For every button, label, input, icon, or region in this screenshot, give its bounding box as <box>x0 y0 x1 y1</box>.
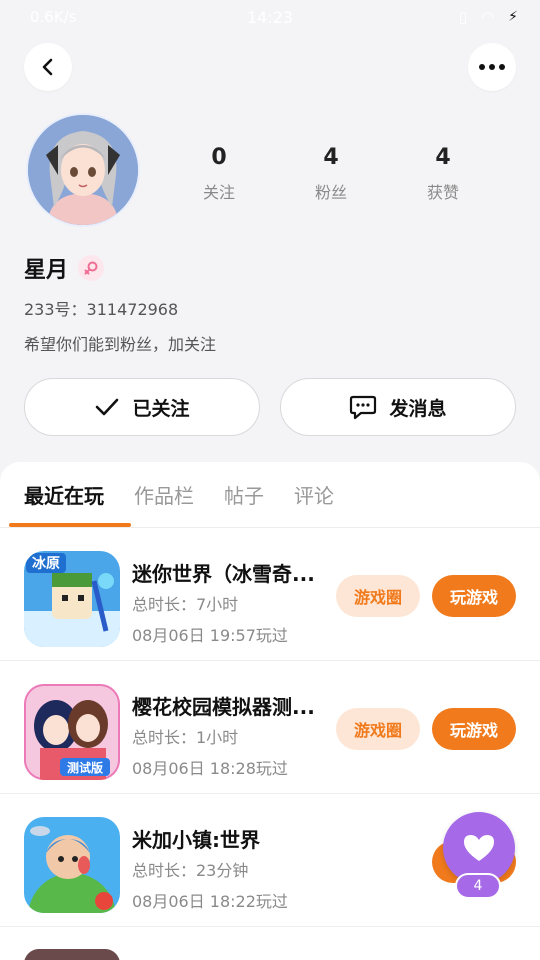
tab-works[interactable]: 作品栏 <box>134 480 194 509</box>
game-list-item[interactable]: 冰原 迷你世界（冰雪奇... 总时长：7小时 08月06日 19:57玩过 游戏… <box>0 528 540 661</box>
stat-label: 关注 <box>202 183 235 202</box>
play-game-button[interactable]: 玩游戏 <box>432 708 516 750</box>
status-bar: 0.6K/s 14:23 ▯ ◠ ⚡ <box>0 0 540 34</box>
name-row: 星月 <box>24 252 105 284</box>
followed-button[interactable]: 已关注 <box>24 378 260 436</box>
game-list-item[interactable]: 测试版 樱花校园模拟器测... 总时长：1小时 08月06日 18:28玩过 游… <box>0 661 540 794</box>
game-icon <box>24 949 120 960</box>
game-icon: 冰原 <box>24 551 120 647</box>
back-button[interactable] <box>24 43 72 91</box>
chat-bubble-icon <box>350 395 377 420</box>
stat-followers[interactable]: 4 粉丝 <box>275 145 387 203</box>
check-icon <box>96 398 119 416</box>
tab-comments[interactable]: 评论 <box>294 480 334 509</box>
heart-icon <box>464 835 494 861</box>
user-name: 星月 <box>24 258 69 283</box>
tab-recently-played[interactable]: 最近在玩 <box>24 480 104 509</box>
chevron-left-icon <box>42 58 53 76</box>
stat-label: 粉丝 <box>314 183 347 202</box>
game-last-played: 08月06日 19:57玩过 <box>132 626 288 645</box>
game-icon <box>24 817 120 913</box>
game-playtime: 总时长：23分钟 <box>132 861 249 880</box>
game-icon: 测试版 <box>24 684 120 780</box>
tab-bar: 最近在玩 作品栏 帖子 评论 <box>0 462 540 528</box>
game-title: 米加小镇:世界 <box>132 828 260 852</box>
profile-stats: 0 关注 4 粉丝 4 获赞 <box>163 145 499 203</box>
game-title: 樱花校园模拟器测... <box>132 695 315 719</box>
tab-indicator <box>9 523 131 527</box>
game-circle-button[interactable]: 游戏圈 <box>336 708 420 750</box>
game-playtime: 总时长：7小时 <box>132 595 239 614</box>
svg-text:冰原: 冰原 <box>32 555 60 572</box>
game-last-played: 08月06日 18:28玩过 <box>132 759 288 778</box>
more-button[interactable] <box>468 43 516 91</box>
tab-posts[interactable]: 帖子 <box>224 480 264 509</box>
svg-text:测试版: 测试版 <box>67 760 103 775</box>
stat-value: 4 <box>435 145 451 170</box>
stat-following[interactable]: 0 关注 <box>163 145 275 203</box>
stat-likes[interactable]: 4 获赞 <box>387 145 499 203</box>
stat-label: 获赞 <box>426 183 459 202</box>
play-game-button[interactable]: 玩游戏 <box>432 575 516 617</box>
user-id: 233号：311472968 <box>24 300 179 319</box>
game-circle-button[interactable]: 游戏圈 <box>336 575 420 617</box>
game-list-item[interactable] <box>0 927 540 960</box>
game-last-played: 08月06日 18:22玩过 <box>132 892 288 911</box>
stat-value: 4 <box>323 145 339 170</box>
avatar-image <box>28 115 138 225</box>
like-count-badge: 4 <box>455 873 501 899</box>
status-time: 14:23 <box>246 7 294 27</box>
send-message-label: 发消息 <box>389 397 447 420</box>
game-title: 迷你世界（冰雪奇... <box>132 562 315 586</box>
send-message-button[interactable]: 发消息 <box>280 378 516 436</box>
game-playtime: 总时长：1小时 <box>132 728 239 747</box>
more-dots-icon <box>479 64 505 70</box>
followed-label: 已关注 <box>132 397 190 420</box>
stat-value: 0 <box>211 145 227 170</box>
female-gender-icon <box>78 255 105 281</box>
user-bio: 希望你们能到粉丝，加关注 <box>24 335 217 354</box>
avatar[interactable] <box>26 113 140 227</box>
